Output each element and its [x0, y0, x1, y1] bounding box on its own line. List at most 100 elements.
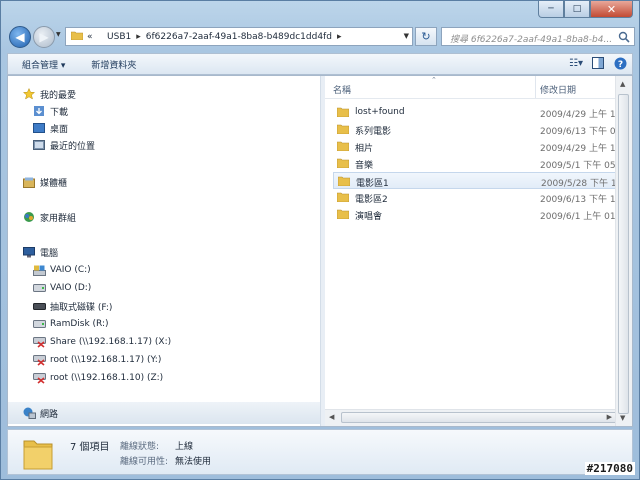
svg-text:?: ? [617, 60, 622, 70]
sidebar-item-label: RamDisk (R:) [50, 319, 109, 329]
sidebar-item-label: root (\\192.168.1.10) (Z:) [50, 373, 164, 383]
file-row[interactable]: 系列電影 2009/6/13 下午 0... [333, 121, 624, 138]
scroll-right-icon[interactable]: ▶ [607, 413, 612, 421]
scroll-left-icon[interactable]: ◀ [329, 413, 334, 421]
item-count: 7 個項目 [70, 442, 110, 453]
hard-drive-icon [32, 282, 46, 294]
file-row[interactable]: 演唱會 2009/6/1 上午 01... [333, 206, 624, 223]
sidebar-item-drive-c[interactable]: VAIO (C:) [32, 262, 91, 278]
watermark-id: #217080 [584, 462, 635, 475]
minimize-button[interactable]: ─ [538, 1, 564, 18]
forward-button[interactable]: ▶ [33, 26, 55, 48]
file-row[interactable]: 相片 2009/4/29 上午 1... [333, 138, 624, 155]
file-name: 音樂 [355, 161, 374, 171]
scroll-up-icon[interactable]: ▲ [620, 80, 625, 88]
column-header-date[interactable]: 修改日期 [540, 83, 576, 96]
folder-icon [336, 209, 350, 222]
breadcrumb-usb1[interactable]: USB1 [107, 32, 131, 42]
offline-status-value: 上線 [175, 442, 194, 452]
vertical-scroll-thumb[interactable] [618, 94, 629, 414]
caption-buttons: ─ □ ✕ [538, 1, 633, 20]
sidebar-item-drive-d[interactable]: VAIO (D:) [32, 280, 91, 296]
folder-icon [336, 107, 350, 120]
sidebar-item-label: 下載 [50, 107, 69, 118]
sidebar-item-label: 桌面 [50, 124, 69, 135]
sidebar-libraries[interactable]: 媒體櫃 [22, 174, 67, 190]
file-date: 2009/5/28 下午 1... [541, 179, 626, 189]
address-bar[interactable]: « ▸ USB1 ▸ 6f6226a7-2aaf-49a1-8ba8-b489d… [65, 27, 413, 46]
maximize-button[interactable]: □ [564, 1, 590, 18]
sidebar-item-drive-r[interactable]: RamDisk (R:) [32, 316, 109, 332]
refresh-button[interactable]: ↻ [415, 27, 437, 46]
file-row[interactable]: 電影區2 2009/6/13 下午 1... [333, 189, 624, 206]
horizontal-scroll-thumb[interactable] [341, 412, 621, 423]
disconnected-network-drive-icon [32, 354, 46, 366]
file-name: lost+found [355, 107, 405, 117]
navigation-pane: 我的最愛 下載 桌面 最近的位置 媒體櫃 家用群組 電腦 VAIO (C:) V… [8, 76, 320, 426]
column-header-name[interactable]: 名稱 [333, 83, 351, 96]
sidebar-favorites[interactable]: 我的最愛 [22, 86, 76, 102]
search-icon[interactable] [617, 30, 631, 44]
sidebar-item-desktop[interactable]: 桌面 [32, 120, 68, 136]
desktop-icon [32, 122, 46, 134]
file-row[interactable]: 音樂 2009/5/1 下午 05... [333, 155, 624, 172]
organize-button[interactable]: 組合管理 ▾ [8, 58, 77, 71]
sidebar-item-downloads[interactable]: 下載 [32, 103, 68, 119]
file-row[interactable]: lost+found 2009/4/29 上午 1... [333, 104, 624, 121]
preview-pane-icon[interactable] [590, 56, 606, 70]
back-button[interactable]: ◀ [9, 26, 31, 48]
sidebar-item-drive-z[interactable]: root (\\192.168.1.10) (Z:) [32, 370, 163, 386]
folder-icon [336, 141, 350, 154]
file-date: 2009/4/29 上午 1... [540, 110, 625, 120]
sidebar-item-drive-f[interactable]: 抽取式磁碟 (F:) [32, 298, 112, 314]
breadcrumb-separator-end[interactable]: ▸ [337, 32, 342, 42]
sidebar-network[interactable]: 網路 [22, 405, 58, 421]
new-folder-button[interactable]: 新增資料夾 [77, 58, 148, 71]
search-input[interactable]: 搜尋 6f6226a7-2aaf-49a1-8ba8-b4... [441, 27, 635, 46]
folder-icon [336, 192, 350, 205]
breadcrumb-folder[interactable]: 6f6226a7-2aaf-49a1-8ba8-b489dc1dd4fd [146, 32, 332, 42]
file-date: 2009/5/1 下午 05... [540, 161, 625, 171]
folder-icon [336, 158, 350, 171]
breadcrumb-separator[interactable]: ▸ [136, 32, 141, 42]
file-date: 2009/6/13 下午 0... [540, 127, 625, 137]
sidebar-computer[interactable]: 電腦 [22, 244, 58, 260]
offline-status-label: 離線狀態: [120, 442, 160, 452]
view-options-icon[interactable]: ☷▾ [568, 56, 584, 70]
sidebar-label: 媒體櫃 [40, 178, 68, 189]
removable-drive-icon [32, 300, 46, 312]
column-header-row: ⌃ 名稱 修改日期 [325, 76, 616, 99]
forward-arrow-icon: ▶ [39, 30, 49, 44]
sidebar-item-label: VAIO (D:) [50, 283, 92, 293]
file-name: 相片 [355, 144, 374, 154]
horizontal-scrollbar[interactable]: ◀ ▶ [325, 409, 621, 426]
sidebar-item-drive-x[interactable]: Share (\\192.168.1.17) (X:) [32, 334, 171, 350]
downloads-icon [32, 105, 46, 117]
sidebar-item-label: root (\\192.168.1.17) (Y:) [50, 355, 162, 365]
file-list: ⌃ 名稱 修改日期 lost+found 2009/4/29 上午 1... 系列電… [325, 76, 632, 426]
folder-icon [70, 30, 84, 43]
help-icon[interactable]: ? [612, 56, 628, 70]
recent-pages-dropdown-icon[interactable]: ▼ [56, 31, 61, 38]
vertical-scrollbar[interactable]: ▲ ▼ [615, 76, 632, 426]
system-drive-icon [32, 264, 46, 276]
recent-places-icon [32, 139, 46, 151]
folder-icon [337, 176, 351, 189]
file-row[interactable]: 電影區1 2009/5/28 下午 1... [333, 172, 625, 189]
scroll-down-icon[interactable]: ▼ [620, 414, 625, 422]
sidebar-item-label: Share (\\192.168.1.17) (X:) [50, 337, 172, 347]
sidebar-label: 網路 [40, 409, 59, 420]
offline-availability-label: 離線可用性: [120, 457, 169, 467]
file-name: 電影區1 [356, 179, 389, 189]
address-dropdown-icon[interactable]: ▼ [404, 32, 409, 40]
command-bar: 組合管理 ▾ 新增資料夾 ☷▾ ? [7, 53, 633, 75]
sidebar-homegroup[interactable]: 家用群組 [22, 209, 76, 225]
large-folder-icon [23, 440, 53, 470]
close-button[interactable]: ✕ [590, 1, 633, 18]
search-placeholder: 搜尋 6f6226a7-2aaf-49a1-8ba8-b4... [450, 35, 613, 45]
sidebar-item-drive-y[interactable]: root (\\192.168.1.17) (Y:) [32, 352, 161, 368]
address-overflow[interactable]: « [87, 32, 93, 42]
disconnected-network-drive-icon [32, 372, 46, 384]
sidebar-item-recent[interactable]: 最近的位置 [32, 137, 95, 153]
column-divider[interactable] [535, 76, 536, 98]
